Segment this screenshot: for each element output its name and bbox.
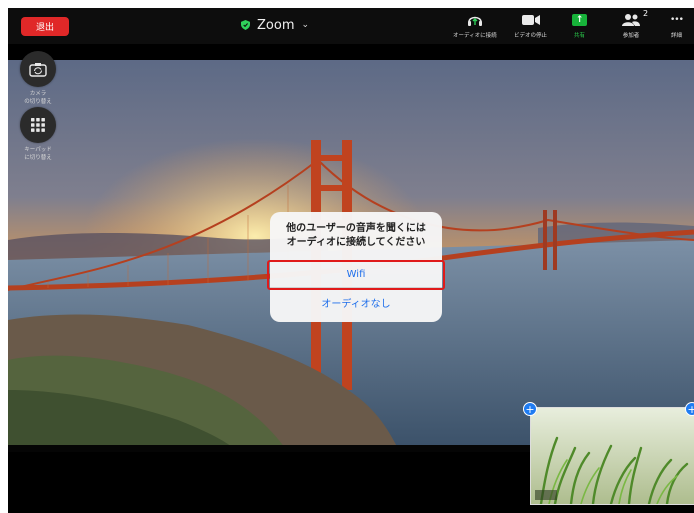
audio-connect-dialog: 他のユーザーの音声を聞くには オーディオに接続してください Wifi オーディオ… bbox=[270, 212, 442, 322]
meeting-screen: 退出 Zoom ⌄ オーディオに接続 ビデオの停止 ↑ 共有 2 参加者 •••… bbox=[8, 8, 694, 513]
participants-count: 2 bbox=[643, 9, 649, 18]
join-audio-label: オーディオに接続 bbox=[453, 33, 497, 39]
participants-icon bbox=[622, 14, 640, 26]
join-audio-button[interactable]: オーディオに接続 bbox=[453, 12, 497, 39]
video-camera-icon bbox=[521, 15, 540, 25]
shield-icon bbox=[241, 20, 250, 30]
headphones-icon bbox=[467, 16, 482, 26]
camera-switch-icon bbox=[29, 62, 47, 77]
more-label: 詳細 bbox=[670, 33, 682, 39]
dialog-message: 他のユーザーの音声を聞くには オーディオに接続してください bbox=[286, 223, 426, 248]
pin-left-icon[interactable]: + bbox=[523, 402, 537, 416]
meeting-title-text: Zoom bbox=[257, 17, 295, 33]
top-toolbar: 退出 Zoom ⌄ オーディオに接続 ビデオの停止 ↑ 共有 2 参加者 •••… bbox=[8, 8, 694, 44]
switch-camera-label: カメラ の切り替え bbox=[24, 91, 52, 105]
leave-button[interactable]: 退出 bbox=[21, 17, 69, 36]
meeting-title[interactable]: Zoom ⌄ bbox=[241, 15, 309, 35]
switch-camera-button[interactable] bbox=[20, 51, 56, 87]
stop-video-label: ビデオの停止 bbox=[514, 33, 548, 39]
self-view-thumbnail[interactable] bbox=[530, 407, 694, 505]
grass-image bbox=[531, 408, 694, 504]
keypad-label: キーパッド に切り替え bbox=[24, 147, 52, 161]
share-arrow-icon: ↑ bbox=[572, 14, 587, 26]
participants-label: 参加者 bbox=[622, 33, 640, 39]
participants-button[interactable]: 2 参加者 bbox=[621, 9, 648, 39]
keypad-button[interactable] bbox=[20, 107, 56, 143]
share-label: 共有 bbox=[573, 33, 585, 39]
more-button[interactable]: ••• 詳細 bbox=[670, 12, 684, 39]
no-audio-button[interactable]: オーディオなし bbox=[270, 287, 442, 316]
stop-video-button[interactable]: ビデオの停止 bbox=[514, 12, 547, 39]
keypad-icon bbox=[31, 118, 45, 132]
pin-right-icon[interactable]: + bbox=[685, 402, 694, 416]
chevron-down-icon: ⌄ bbox=[301, 20, 310, 30]
share-button[interactable]: ↑ 共有 bbox=[572, 12, 587, 39]
wifi-audio-button[interactable]: Wifi bbox=[270, 260, 442, 287]
more-icon: ••• bbox=[670, 15, 684, 25]
